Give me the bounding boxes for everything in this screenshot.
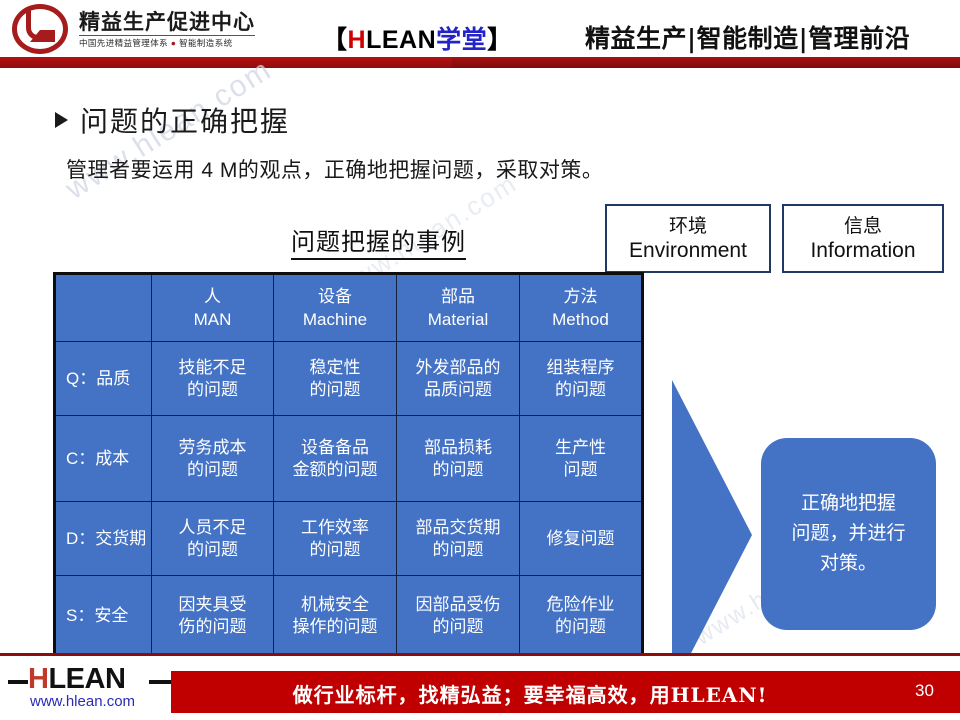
conclusion-callout: 正确地把握 问题，并进行 对策。	[761, 438, 936, 630]
table-row: Q：品质 技能不足 的问题 稳定性 的问题 外发部品的 品质问题 组装程序 的问题	[54, 341, 643, 416]
table-corner-cell	[54, 273, 152, 342]
slide-heading: 问题的正确把握	[55, 100, 290, 140]
cell-d-machine: 工作效率 的问题	[273, 501, 397, 576]
cell-c-material: 部品损耗 的问题	[396, 415, 520, 502]
column-header-material: 部品 Material	[396, 273, 520, 342]
cell-s-machine: 机械安全 操作的问题	[273, 575, 397, 658]
cell-d-material: 部品交货期 的问题	[396, 501, 520, 576]
factor-box-environment-en: Environment	[629, 238, 747, 262]
factor-box-information-en: Information	[810, 238, 916, 262]
footer-divider	[0, 653, 960, 656]
cell-s-man: 因夹具受 伤的问题	[151, 575, 274, 658]
page-number: 30	[915, 681, 934, 700]
right-arrow-icon	[672, 380, 752, 690]
footer-slogan: 做行业标杆，找精弘益；要幸福高效，用HLEAN!	[292, 683, 768, 707]
brand-bracket-open: 【	[322, 26, 348, 54]
row-header-quality: Q：品质	[54, 341, 152, 416]
footer-logo-letter-h: H	[28, 663, 49, 695]
column-header-method: 方法 Method	[519, 273, 643, 342]
logo-subtitle-dot-icon: ●	[170, 38, 177, 48]
lead-paragraph: 管理者要运用 4 M的观点，正确地把握问题，采取对策。	[66, 159, 604, 182]
row-header-safety: S：安全	[54, 575, 152, 658]
cell-d-man: 人员不足 的问题	[151, 501, 274, 576]
factor-box-environment: 环境 Environment	[605, 204, 771, 273]
table-caption: 问题把握的事例	[291, 222, 466, 260]
cell-s-method: 危险作业 的问题	[519, 575, 643, 658]
cell-s-material: 因部品受伤 的问题	[396, 575, 520, 658]
brand-title: 【HLEAN学堂】	[322, 20, 513, 56]
cell-c-man: 劳务成本 的问题	[151, 415, 274, 502]
slide-content: www.hlean.com www.hlean.com www.hlean.co…	[0, 53, 960, 690]
company-logo: 精益生产促进中心 中国先进精益管理体系 ● 智能制造系统	[10, 2, 255, 56]
brand-letter-h: H	[347, 26, 367, 54]
footer-logo: HLEAN www.hlean.com	[8, 663, 178, 715]
header-tagline: 精益生产|智能制造|管理前沿	[585, 24, 911, 53]
logo-subtitle-left: 中国先进精益管理体系	[79, 38, 169, 48]
cell-c-machine: 设备备品 金额的问题	[273, 415, 397, 502]
cell-d-method: 修复问题	[519, 501, 643, 576]
factor-box-information: 信息 Information	[782, 204, 944, 273]
table-row: S：安全 因夹具受 伤的问题 机械安全 操作的问题 因部品受伤 的问题 危险作业 的问题	[54, 575, 643, 658]
logo-ring-icon	[10, 2, 72, 56]
brand-bracket-close: 】	[487, 26, 513, 54]
header-divider-right	[452, 57, 960, 68]
footer-logo-dash-left-icon	[8, 680, 28, 684]
four-m-matrix-table: 人 MAN 设备 Machine 部品 Material 方法 Method Q：品质 …	[53, 272, 644, 659]
logo-company-name: 精益生产促进中心	[79, 9, 255, 36]
brand-letters-lean: LEAN	[366, 26, 437, 54]
page-header: 精益生产促进中心 中国先进精益管理体系 ● 智能制造系统 【HLEAN学堂】 精…	[0, 0, 960, 68]
footer-logo-dash-right-icon	[149, 680, 171, 684]
cell-q-machine: 稳定性 的问题	[273, 341, 397, 416]
cell-q-method: 组装程序 的问题	[519, 341, 643, 416]
cell-q-man: 技能不足 的问题	[151, 341, 274, 416]
column-header-machine: 设备 Machine	[273, 273, 397, 342]
column-header-man: 人 MAN	[151, 273, 274, 342]
header-divider-left	[0, 57, 452, 68]
footer-website-url[interactable]: www.hlean.com	[30, 693, 135, 710]
factor-box-information-cn: 信息	[843, 215, 882, 237]
logo-subtitle: 中国先进精益管理体系 ● 智能制造系统	[79, 38, 255, 49]
factor-box-environment-cn: 环境	[668, 215, 707, 237]
table-row: D：交货期 人员不足 的问题 工作效率 的问题 部品交货期 的问题 修复问题	[54, 501, 643, 576]
logo-text-block: 精益生产促进中心 中国先进精益管理体系 ● 智能制造系统	[79, 9, 255, 49]
cell-c-method: 生产性 问题	[519, 415, 643, 502]
footer-logo-wordmark: HLEAN	[28, 663, 126, 696]
row-header-cost: C：成本	[54, 415, 152, 502]
brand-chinese: 学堂	[436, 26, 488, 54]
page-title: 问题的正确把握	[80, 106, 291, 137]
row-header-delivery: D：交货期	[54, 501, 152, 576]
footer-logo-letters-lean: LEAN	[48, 663, 126, 695]
page-footer: 做行业标杆，找精弘益；要幸福高效，用HLEAN! 30 HLEAN www.hl…	[0, 653, 960, 720]
bullet-arrow-icon	[55, 112, 68, 128]
table-header-row: 人 MAN 设备 Machine 部品 Material 方法 Method	[54, 273, 643, 342]
cell-q-material: 外发部品的 品质问题	[396, 341, 520, 416]
table-row: C：成本 劳务成本 的问题 设备备品 金额的问题 部品损耗 的问题 生产性 问题	[54, 415, 643, 502]
logo-subtitle-right: 智能制造系统	[179, 38, 233, 48]
